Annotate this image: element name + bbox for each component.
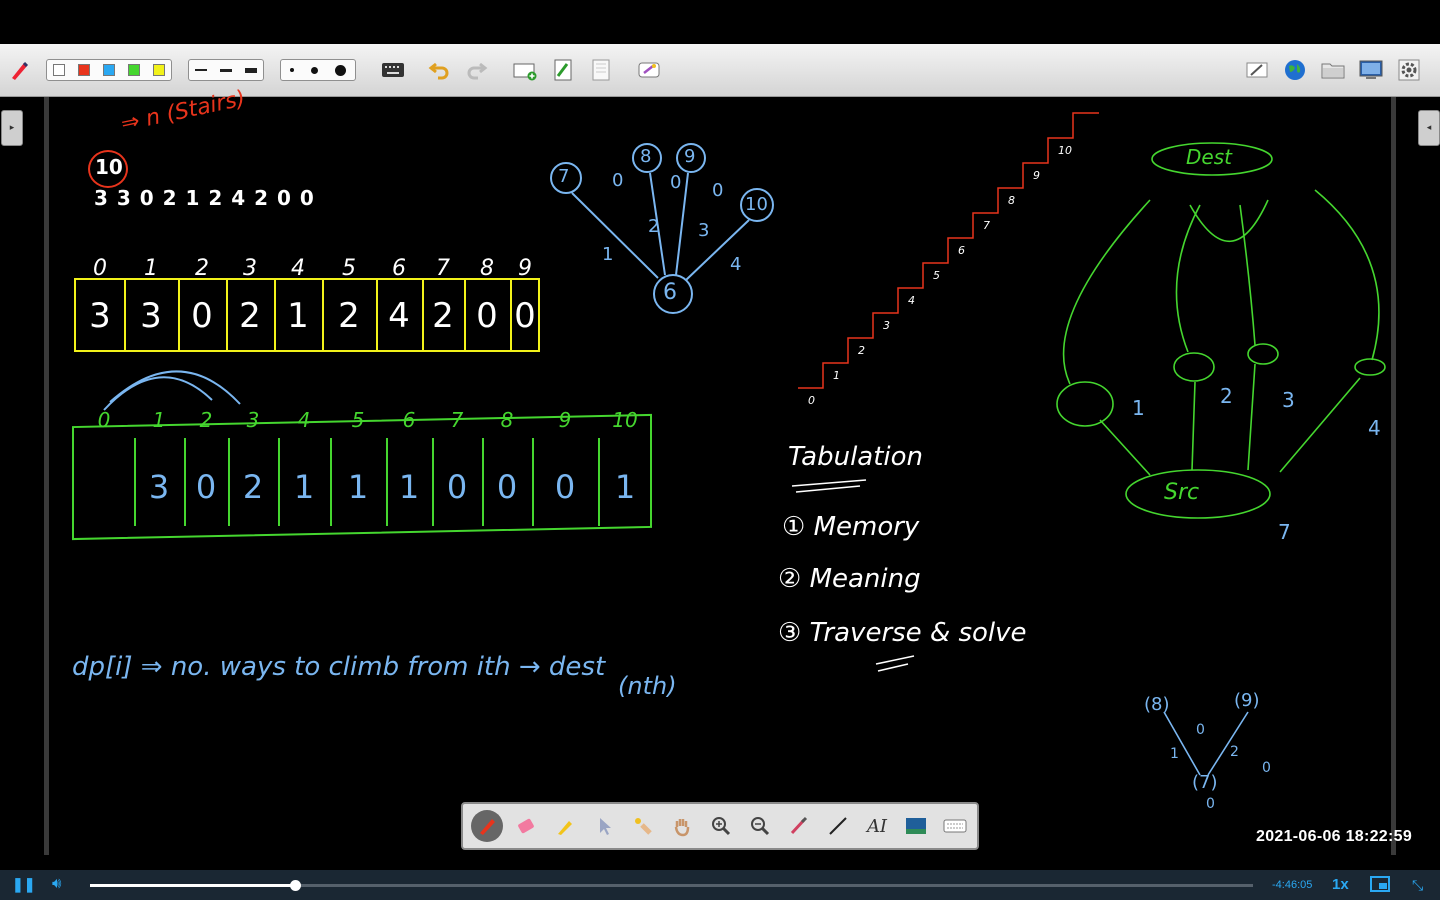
- mini-tree-label-2: 2: [1230, 744, 1239, 760]
- mini-tree-label-0a: 0: [1196, 722, 1205, 738]
- solve-underline: [875, 655, 915, 672]
- tree-root-label: 6: [663, 280, 677, 305]
- stair-label: 5: [933, 269, 940, 282]
- tree-edge-label: 3: [698, 220, 710, 241]
- stair-label: 4: [908, 294, 915, 307]
- stair-label: 8: [1008, 194, 1015, 207]
- tree-node-label: 10: [745, 194, 768, 215]
- hand-icon[interactable]: [666, 810, 698, 842]
- mini-tree-label-0b: 0: [1262, 760, 1271, 776]
- tree-node-label: 9: [684, 146, 696, 167]
- magic-hand-icon[interactable]: [627, 810, 659, 842]
- graph-node-2: [1173, 352, 1215, 382]
- pip-icon[interactable]: [1370, 876, 1390, 897]
- graph-edge-label-4: 4: [1368, 416, 1381, 440]
- stair-label: 0: [808, 394, 815, 407]
- graph-node-3: [1247, 343, 1279, 365]
- graph-src-label: Src: [1164, 480, 1200, 505]
- text-icon[interactable]: AI: [861, 810, 893, 842]
- mini-tree-label-0c: 0: [1206, 796, 1215, 812]
- mini-tree-8: (8): [1144, 694, 1170, 715]
- stair-label: 1: [833, 369, 840, 382]
- highlighter-icon[interactable]: [549, 810, 581, 842]
- stair-label: 10: [1058, 144, 1072, 157]
- tree-edge-label: 4: [730, 254, 742, 275]
- dp-definition-sub: (nth): [618, 672, 677, 700]
- mini-tree-label-1: 1: [1170, 746, 1179, 762]
- arc-2: [109, 370, 241, 405]
- graph-node-1: [1056, 381, 1114, 427]
- zoom-out-icon[interactable]: [744, 810, 776, 842]
- progress-track[interactable]: [90, 880, 1253, 891]
- dp-definition: dp[i] ⇒ no. ways to climb from ith → des…: [72, 652, 606, 682]
- zoom-in-icon[interactable]: [705, 810, 737, 842]
- progress-knob[interactable]: [289, 880, 301, 891]
- mini-tree-9: (9): [1234, 690, 1260, 711]
- graph-edge-label-1: 1: [1132, 396, 1145, 420]
- stair-label: 6: [958, 244, 965, 257]
- volume-icon[interactable]: 🔊︎: [52, 875, 61, 892]
- tree-edge-label: 1: [602, 244, 614, 265]
- stair-label: 9: [1033, 169, 1040, 182]
- keyboard-icon[interactable]: [939, 810, 971, 842]
- graph-src-to: 7: [1278, 520, 1291, 544]
- line-icon[interactable]: [822, 810, 854, 842]
- stair-label: 3: [883, 319, 890, 332]
- board-sketch: [103, 112, 1386, 776]
- pause-icon[interactable]: ❚❚: [12, 876, 35, 893]
- pointer-icon[interactable]: [588, 810, 620, 842]
- progress-fill: [90, 884, 295, 887]
- graph-edge-label-2: 2: [1220, 384, 1233, 408]
- timestamp: 2021-06-06 18:22:59: [1256, 828, 1413, 845]
- tool-palette: AI: [461, 802, 979, 850]
- tree-edge-label: 0: [612, 170, 624, 191]
- image-icon[interactable]: [900, 810, 932, 842]
- tree-node-label: 8: [640, 146, 652, 167]
- brush-icon[interactable]: [783, 810, 815, 842]
- tree-edge-label: 2: [648, 216, 660, 237]
- staircase: [798, 112, 1099, 389]
- stair-label: 7: [983, 219, 990, 232]
- tree-node-label: 7: [558, 166, 570, 187]
- exit-fullscreen-icon[interactable]: ⤡: [1412, 877, 1423, 894]
- tabulation-title: Tabulation: [788, 442, 924, 472]
- tree-edge-label: 0: [712, 180, 724, 201]
- tabulation-item-3: ③ Traverse & solve: [778, 618, 1027, 648]
- graph-dest-label: Dest: [1186, 145, 1232, 169]
- tabulation-item-1: ① Memory: [782, 512, 920, 542]
- stair-label: 2: [858, 344, 865, 357]
- graph-edge-label-3: 3: [1282, 388, 1295, 412]
- mini-tree-7: (7): [1192, 772, 1218, 793]
- tabulation-underline: [791, 479, 867, 493]
- tree-edge-label: 0: [670, 172, 682, 193]
- video-player-bar: ❚❚ 🔊︎ -4:46:05 1x ⤡: [0, 870, 1440, 900]
- graph-node-4: [1354, 358, 1386, 376]
- time-remaining: -4:46:05: [1272, 879, 1313, 891]
- speed-button[interactable]: 1x: [1332, 876, 1349, 893]
- pen-icon[interactable]: [471, 810, 503, 842]
- tabulation-item-2: ② Meaning: [778, 564, 921, 594]
- eraser-icon[interactable]: [510, 810, 542, 842]
